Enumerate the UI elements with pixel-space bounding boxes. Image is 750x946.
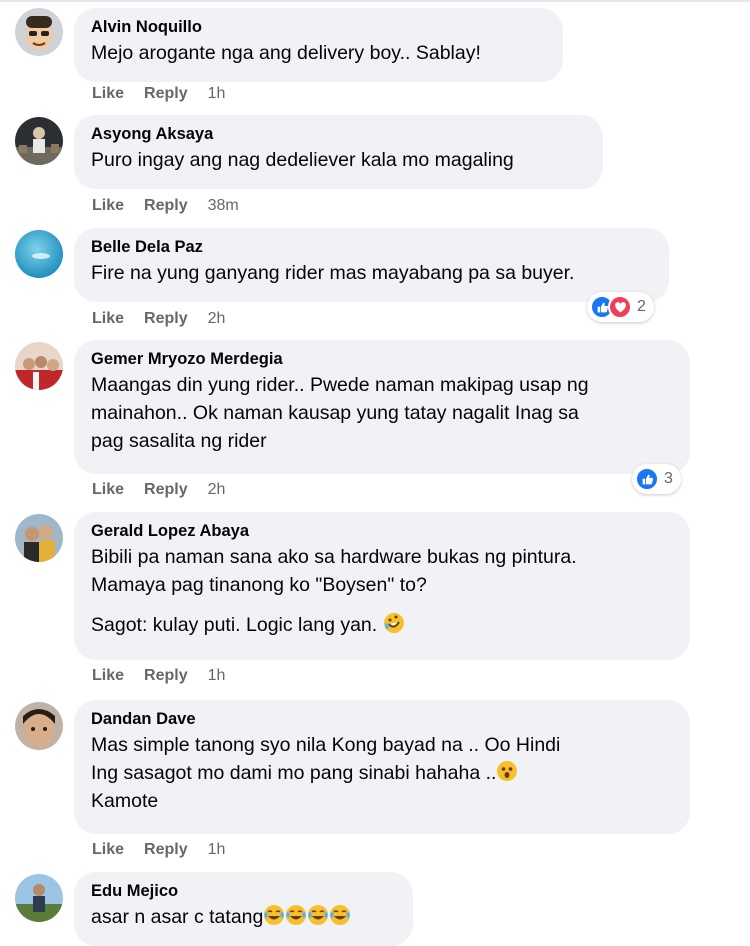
comment-bubble: Dandan Dave Mas simple tanong syo nila K… bbox=[74, 700, 690, 834]
avatar[interactable] bbox=[15, 342, 63, 390]
love-reaction-icon bbox=[608, 295, 632, 319]
joy-emoji-icon bbox=[330, 905, 351, 925]
comment-author[interactable]: Dandan Dave bbox=[91, 709, 672, 729]
comment-time[interactable]: 2h bbox=[208, 481, 226, 498]
comment-actions: Like Reply 2h bbox=[92, 481, 245, 499]
reply-button[interactable]: Reply bbox=[144, 841, 188, 858]
avatar[interactable] bbox=[15, 117, 63, 165]
reaction-summary[interactable]: 2 bbox=[587, 292, 654, 322]
comment-bubble: Alvin Noquillo Mejo arogante nga ang del… bbox=[74, 8, 563, 82]
comment-time[interactable]: 1h bbox=[208, 841, 226, 858]
comment-author[interactable]: Belle Dela Paz bbox=[91, 237, 651, 257]
comment-time[interactable]: 2h bbox=[208, 310, 226, 327]
avatar[interactable] bbox=[15, 8, 63, 56]
comment-author[interactable]: Alvin Noquillo bbox=[91, 17, 545, 37]
comment-time[interactable]: 38m bbox=[208, 197, 239, 214]
reply-button[interactable]: Reply bbox=[144, 310, 188, 327]
reply-button[interactable]: Reply bbox=[144, 85, 188, 102]
like-button[interactable]: Like bbox=[92, 197, 124, 214]
comment-bubble: Asyong Aksaya Puro ingay ang nag dedelie… bbox=[74, 115, 603, 189]
joy-emoji-icon bbox=[308, 905, 329, 925]
like-button[interactable]: Like bbox=[92, 481, 124, 498]
comment-author[interactable]: Gerald Lopez Abaya bbox=[91, 521, 672, 541]
reply-button[interactable]: Reply bbox=[144, 197, 188, 214]
comment-bubble: Edu Mejico asar n asar c tatang bbox=[74, 872, 413, 946]
avatar[interactable] bbox=[15, 702, 63, 750]
reaction-count: 2 bbox=[637, 298, 646, 315]
comment-time[interactable]: 1h bbox=[208, 85, 226, 102]
reaction-summary[interactable]: 3 bbox=[632, 464, 681, 494]
comment-time[interactable]: 1h bbox=[208, 667, 226, 684]
comment-actions: Like Reply 38m bbox=[92, 197, 259, 215]
comment-actions: Like Reply 2h bbox=[92, 310, 245, 328]
comment-text: Mejo arogante nga ang delivery boy.. Sab… bbox=[91, 42, 481, 64]
comment-text: asar n asar c tatang bbox=[91, 903, 395, 931]
avatar[interactable] bbox=[15, 230, 63, 278]
like-reaction-icon bbox=[635, 467, 659, 491]
comment-text: Maangas din yung rider.. Pwede naman mak… bbox=[91, 374, 589, 452]
comment-actions: Like Reply 1h bbox=[92, 841, 245, 859]
joy-emoji-icon bbox=[264, 905, 285, 925]
comment-bubble: Gerald Lopez Abaya Bibili pa naman sana … bbox=[74, 512, 690, 660]
comment-text: Puro ingay ang nag dedeliever kala mo ma… bbox=[91, 149, 514, 171]
like-button[interactable]: Like bbox=[92, 310, 124, 327]
reply-button[interactable]: Reply bbox=[144, 667, 188, 684]
comment-bubble: Gemer Mryozo Merdegia Maangas din yung r… bbox=[74, 340, 690, 474]
avatar[interactable] bbox=[15, 514, 63, 562]
avatar[interactable] bbox=[15, 874, 63, 922]
comment-actions: Like Reply 1h bbox=[92, 85, 245, 103]
comment-text: Bibili pa naman sana ako sa hardware buk… bbox=[91, 546, 577, 636]
comment-text: Fire na yung ganyang rider mas mayabang … bbox=[91, 262, 575, 284]
top-divider bbox=[0, 0, 750, 2]
comment-actions: Like Reply 1h bbox=[92, 667, 245, 685]
joy-emoji-icon bbox=[286, 905, 307, 925]
reply-button[interactable]: Reply bbox=[144, 481, 188, 498]
like-button[interactable]: Like bbox=[92, 85, 124, 102]
reaction-count: 3 bbox=[664, 470, 673, 487]
astonished-emoji-icon bbox=[497, 761, 518, 781]
like-button[interactable]: Like bbox=[92, 841, 124, 858]
like-button[interactable]: Like bbox=[92, 667, 124, 684]
comment-author[interactable]: Edu Mejico bbox=[91, 881, 395, 901]
comment-bubble: Belle Dela Paz Fire na yung ganyang ride… bbox=[74, 228, 669, 302]
comment-text: Mas simple tanong syo nila Kong bayad na… bbox=[91, 734, 561, 812]
rofl-emoji-icon bbox=[383, 613, 404, 633]
comment-author[interactable]: Gemer Mryozo Merdegia bbox=[91, 349, 672, 369]
comment-author[interactable]: Asyong Aksaya bbox=[91, 124, 585, 144]
